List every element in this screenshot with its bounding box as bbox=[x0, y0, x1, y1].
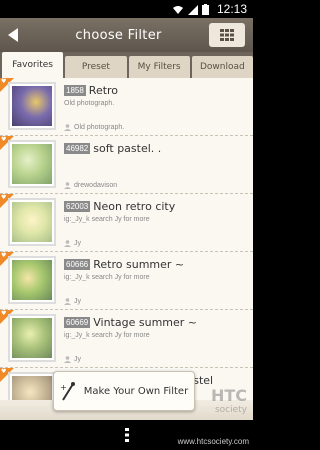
filter-thumbnail bbox=[8, 82, 56, 130]
grid-icon bbox=[220, 29, 234, 41]
overflow-menu-icon bbox=[124, 428, 129, 442]
heart-icon: ♥ bbox=[1, 368, 7, 375]
heart-icon: ♥ bbox=[1, 252, 7, 259]
filter-description: ig:_Jy_k search Jy for more bbox=[64, 332, 150, 339]
heart-icon: ♥ bbox=[1, 310, 7, 317]
tab-my-filters[interactable]: My Filters bbox=[128, 56, 190, 78]
filter-name: Retro summer ~ bbox=[93, 258, 185, 271]
filter-list[interactable]: ♥ 1858 Retro Old photograph. Old photogr… bbox=[0, 78, 253, 400]
filter-thumbnail bbox=[8, 314, 56, 362]
filter-id: 60666 bbox=[64, 259, 91, 270]
svg-text:+: + bbox=[60, 383, 67, 392]
watermark-line1: HTC bbox=[210, 386, 247, 405]
make-your-own-filter-button[interactable]: + Make Your Own Filter bbox=[53, 371, 195, 411]
filter-author: Jy bbox=[64, 298, 81, 305]
author-name: Old photograph. bbox=[74, 124, 125, 131]
watermark-line2: society bbox=[214, 405, 247, 415]
filter-thumbnail bbox=[8, 256, 56, 304]
user-icon bbox=[64, 356, 71, 363]
filter-description: Old photograph. bbox=[64, 100, 115, 107]
filter-author: Jy bbox=[64, 240, 81, 247]
heart-icon: ♥ bbox=[1, 78, 7, 85]
filter-description: ig:_Jy_k search Jy for more bbox=[64, 216, 150, 223]
tab-bar: Favorites Preset My Filters Download bbox=[0, 52, 253, 78]
filter-name: Neon retro city bbox=[93, 200, 176, 213]
user-icon bbox=[64, 298, 71, 305]
heart-icon: ♥ bbox=[1, 194, 7, 201]
filter-author: drewodavison bbox=[64, 182, 117, 189]
tab-preset[interactable]: Preset bbox=[65, 56, 127, 78]
filter-name: Vintage summer ~ bbox=[93, 316, 197, 329]
user-icon bbox=[64, 240, 71, 247]
tab-favorites[interactable]: Favorites bbox=[2, 52, 64, 78]
user-icon bbox=[64, 124, 71, 131]
magic-wand-icon: + bbox=[60, 382, 75, 401]
filter-id: 46982 bbox=[64, 143, 91, 154]
signal-icon bbox=[187, 0, 198, 19]
list-item[interactable]: ♥ 60669 Vintage summer ~ ig:_Jy_k search… bbox=[0, 310, 253, 368]
page-title: choose Filter bbox=[75, 27, 162, 43]
wifi-icon bbox=[172, 0, 184, 19]
heart-icon: ♥ bbox=[1, 136, 7, 143]
filter-name: soft pastel. . bbox=[93, 142, 162, 155]
list-item[interactable]: ♥ 60666 Retro summer ~ ig:_Jy_k search J… bbox=[0, 252, 253, 310]
back-arrow-icon bbox=[8, 28, 18, 42]
filter-author: Jy bbox=[64, 356, 81, 363]
user-icon bbox=[64, 182, 71, 189]
author-name: Jy bbox=[74, 298, 81, 305]
filter-id: 62003 bbox=[64, 201, 91, 212]
app-header: choose Filter bbox=[0, 18, 253, 52]
grid-view-button[interactable] bbox=[209, 23, 245, 47]
filter-name: Retro bbox=[88, 84, 119, 97]
filter-thumbnail bbox=[8, 198, 56, 246]
author-name: Jy bbox=[74, 240, 81, 247]
filter-author: Old photograph. bbox=[64, 124, 124, 131]
filter-id: 60669 bbox=[64, 317, 91, 328]
site-watermark: www.htcsociety.com bbox=[177, 437, 249, 446]
watermark: HTC society bbox=[175, 386, 247, 420]
menu-button[interactable] bbox=[124, 428, 129, 442]
filter-thumbnail bbox=[8, 372, 56, 400]
clock: 12:13 bbox=[216, 2, 247, 16]
author-name: drewodavison bbox=[74, 182, 118, 189]
tab-download[interactable]: Download bbox=[191, 56, 253, 78]
filter-id: 1858 bbox=[64, 85, 86, 96]
battery-icon bbox=[201, 0, 209, 19]
list-item[interactable]: ♥ 1858 Retro Old photograph. Old photogr… bbox=[0, 78, 253, 136]
filter-thumbnail bbox=[8, 140, 56, 188]
status-bar: 12:13 bbox=[0, 0, 253, 18]
make-filter-label: Make Your Own Filter bbox=[83, 385, 189, 397]
author-name: Jy bbox=[74, 356, 81, 363]
navigation-bar: www.htcsociety.com bbox=[0, 420, 253, 450]
filter-description: ig:_Jy_k search Jy for more bbox=[64, 274, 150, 281]
list-item[interactable]: ♥ 46982 soft pastel. . drewodavison bbox=[0, 136, 253, 194]
back-button[interactable] bbox=[0, 18, 28, 52]
list-item[interactable]: ♥ 62003 Neon retro city ig:_Jy_k search … bbox=[0, 194, 253, 252]
